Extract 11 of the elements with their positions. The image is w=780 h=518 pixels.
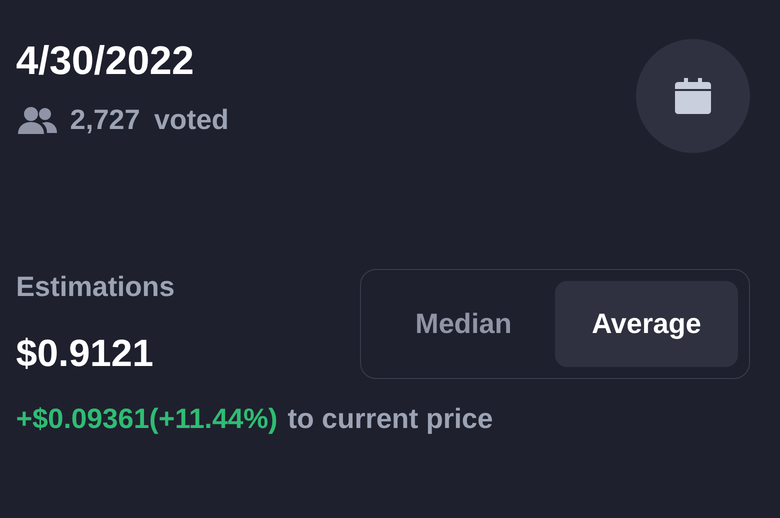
price-change: +$0.09361(+11.44%): [16, 403, 278, 435]
mode-tab[interactable]: Median: [372, 281, 555, 367]
estimate-value: $0.9121: [16, 333, 154, 376]
date-heading: 4/30/2022: [16, 38, 195, 84]
calendar-icon: [673, 77, 713, 115]
people-icon: [16, 105, 58, 135]
mode-tab[interactable]: Average: [555, 281, 738, 367]
estimations-label: Estimations: [16, 271, 175, 303]
change-caption: to current price: [288, 403, 493, 435]
vote-count: 2,727: [70, 104, 140, 136]
vote-label: voted: [154, 104, 229, 136]
